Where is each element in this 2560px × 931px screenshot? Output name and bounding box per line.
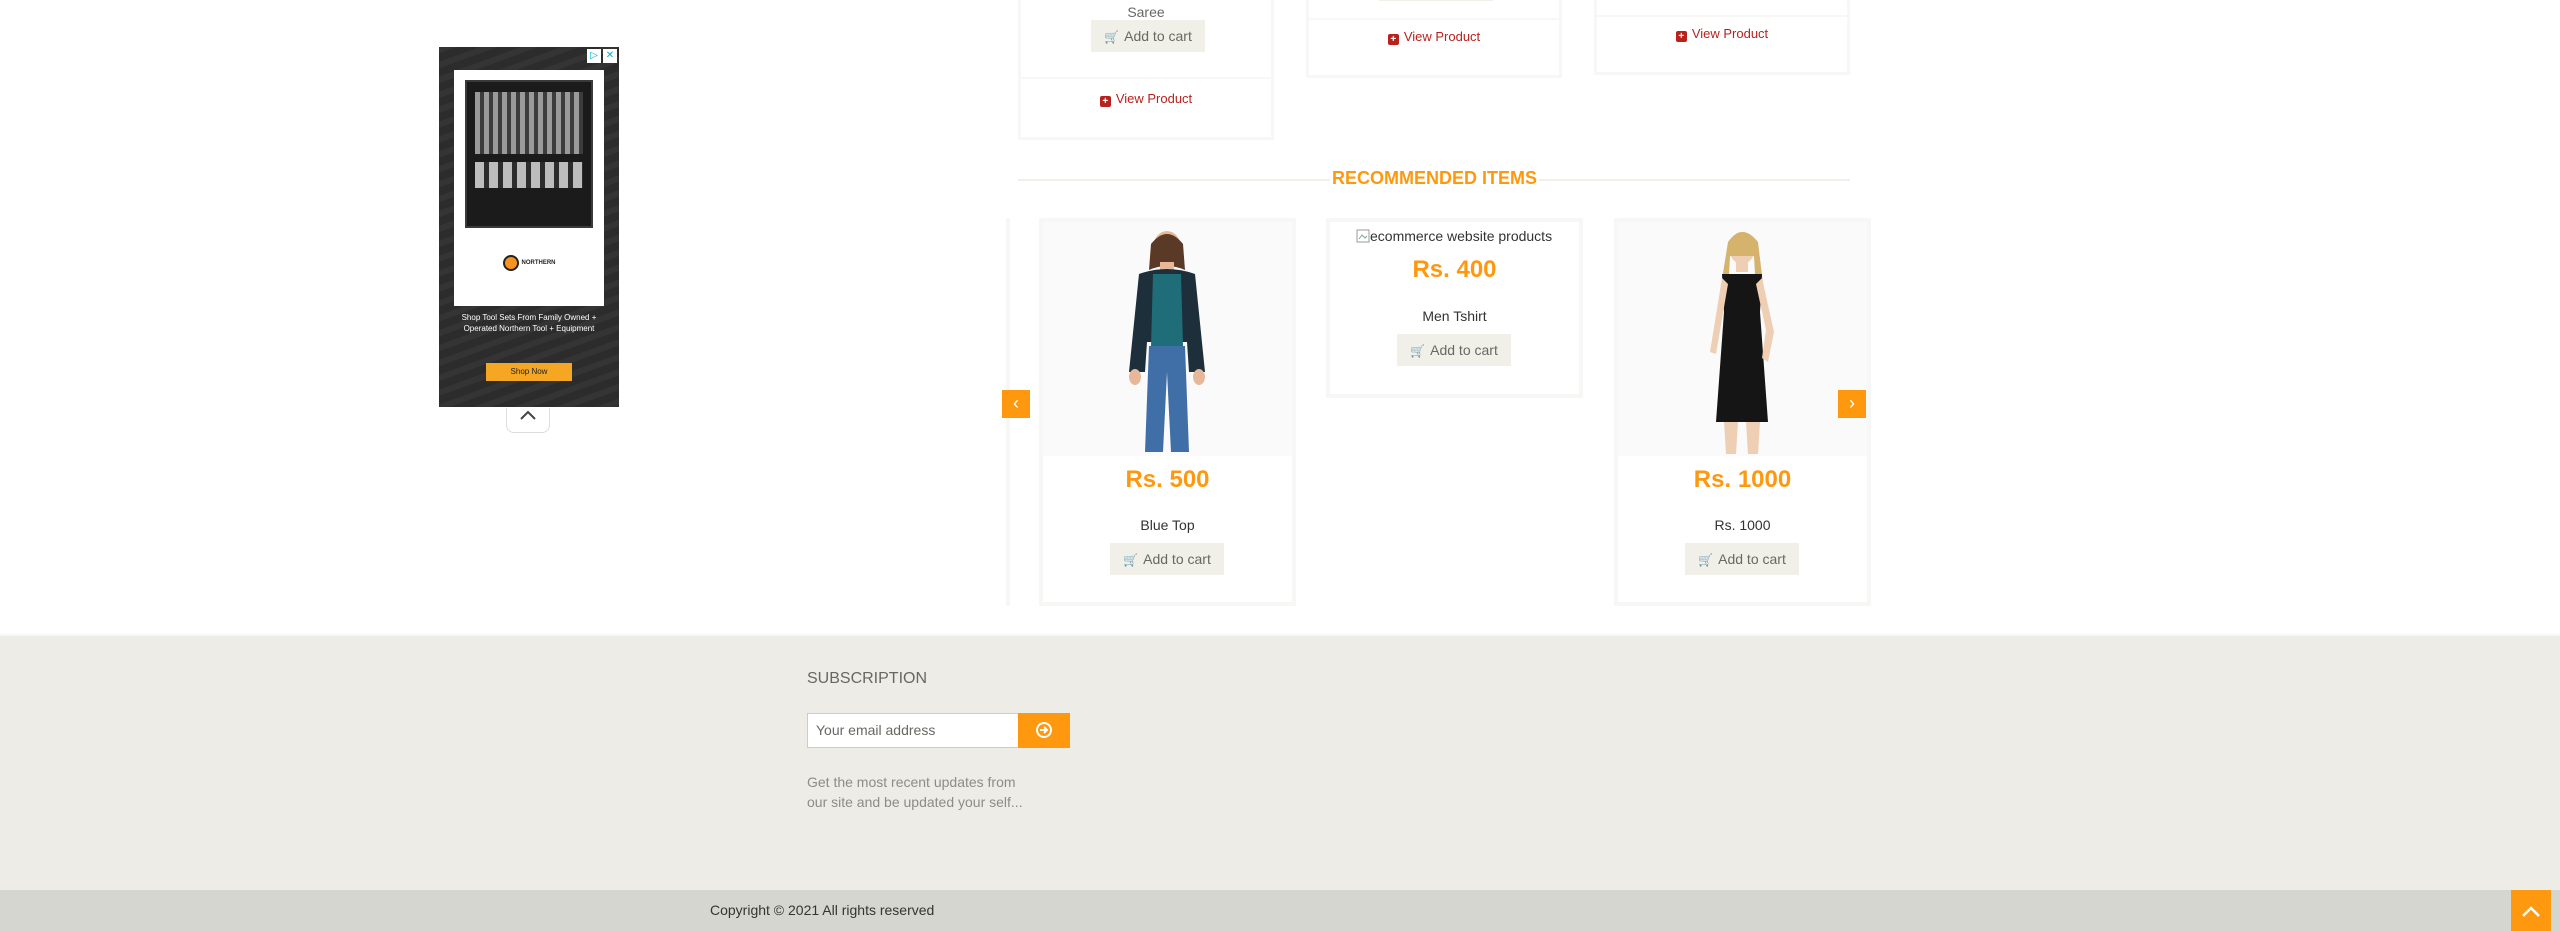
arrow-circle-right-icon — [1036, 722, 1052, 738]
plus-square-icon: + — [1387, 34, 1399, 45]
ad-headline: Shop Tools Online or In-Store — [458, 285, 600, 296]
footer-widget-area — [0, 636, 2560, 890]
copyright-text: Copyright © 2021 All rights reserved — [710, 902, 935, 918]
product-image — [1618, 222, 1867, 456]
recommended-item-card: ecommerce website products Rs. 400 Men T… — [1326, 218, 1583, 398]
footer-bottom-bar — [0, 890, 2560, 931]
product-price: Rs. 500 — [1125, 466, 1210, 493]
tool-set-image — [465, 80, 593, 228]
cart-icon: 🛒 — [1104, 30, 1120, 44]
ad-brand-logo: NORTHERN — [454, 254, 604, 272]
woman-blue-top-image — [1129, 231, 1205, 452]
product-name: Blue Top — [1140, 517, 1195, 533]
plus-square-icon: + — [1099, 96, 1111, 107]
view-product-link[interactable]: + View Product — [1021, 91, 1271, 107]
recommended-items-title: RECOMMENDED ITEMS — [1330, 168, 1540, 189]
product-card: + View Product — [1594, 0, 1850, 75]
advertisement[interactable]: ▷ ✕ NORTHERN Shop Tools Online or In-Sto… — [439, 47, 619, 407]
ad-collapse-button[interactable] — [506, 408, 550, 433]
recommended-item-card: Rs. 1000 Rs. 1000 🛒 Add to cart — [1614, 218, 1871, 606]
view-product-link[interactable]: + View Product — [1309, 29, 1559, 45]
ad-subtext: Shop Tool Sets From Family Owned + Opera… — [461, 313, 597, 333]
cart-icon: 🛒 — [1410, 344, 1426, 358]
add-to-cart-button[interactable] — [1379, 0, 1493, 1]
product-card: Beautiful Peacock Blue Cotton Linen Sare… — [1018, 0, 1274, 140]
scroll-to-top-button[interactable] — [2511, 890, 2551, 931]
cart-icon: 🛒 — [1698, 553, 1714, 567]
product-price: Rs. 1000 — [1693, 466, 1792, 493]
chevron-right-icon: › — [1849, 393, 1855, 413]
add-to-cart-button[interactable]: 🛒 Add to cart — [1685, 543, 1799, 575]
chevron-left-icon: ‹ — [1013, 393, 1019, 413]
product-image — [1043, 222, 1292, 456]
subscription-email-input[interactable]: Your email address — [807, 713, 1019, 748]
add-to-cart-button[interactable]: 🛒 Add to cart — [1091, 20, 1205, 52]
plus-square-icon: + — [1675, 31, 1687, 42]
carousel-next-button[interactable]: › — [1838, 390, 1866, 418]
view-product-link[interactable]: + View Product — [1597, 26, 1847, 42]
product-card: + View Product — [1306, 0, 1562, 78]
cart-icon: 🛒 — [1123, 553, 1139, 567]
product-name: Rs. 1000 — [1714, 517, 1771, 533]
adchoices-icon[interactable]: ▷ — [587, 49, 601, 63]
woman-black-dress-image — [1710, 232, 1774, 454]
chevron-up-icon — [2522, 906, 2540, 917]
recommended-item-card: Rs. 500 Blue Top 🛒 Add to cart — [1039, 218, 1296, 606]
product-name: Men Tshirt — [1422, 308, 1487, 324]
add-to-cart-button[interactable]: 🛒 Add to cart — [1397, 334, 1511, 366]
carousel-prev-button[interactable]: ‹ — [1002, 390, 1030, 418]
broken-image-icon — [1356, 229, 1370, 243]
add-to-cart-button[interactable]: 🛒 Add to cart — [1110, 543, 1224, 575]
ad-shop-now-button[interactable]: Shop Now — [486, 363, 572, 381]
subscribe-button[interactable] — [1018, 713, 1070, 748]
subscription-description: Get the most recent updates from our sit… — [807, 774, 1023, 810]
ad-close-icon[interactable]: ✕ — [603, 49, 617, 63]
product-price: Rs. 400 — [1412, 256, 1497, 283]
chevron-up-icon — [520, 410, 536, 420]
ad-product-card: NORTHERN — [454, 70, 604, 306]
broken-product-image: ecommerce website products — [1356, 228, 1552, 244]
subscription-title: SUBSCRIPTION — [807, 670, 928, 687]
product-title: Beautiful Peacock Blue Cotton Linen Sare… — [1032, 0, 1259, 20]
ad-badges: ▷ ✕ — [587, 49, 617, 63]
